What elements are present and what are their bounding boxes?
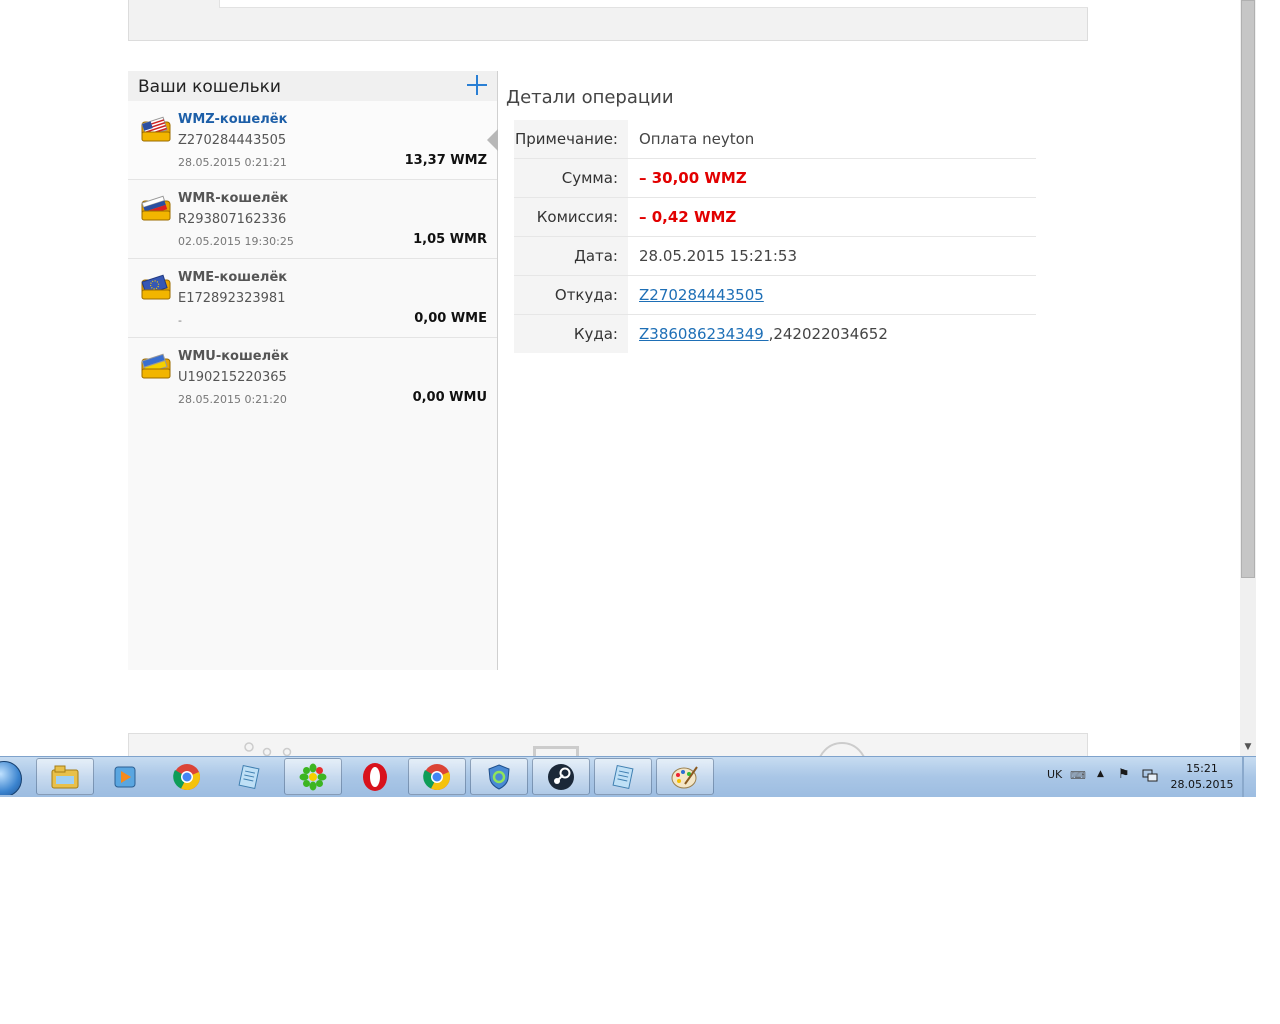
language-indicator[interactable]: UK [1047,768,1062,781]
detail-row-to: Куда: Z386086234349 ,242022034652 [514,315,1036,353]
wallet-wme-icon [141,274,171,300]
wallet-date: 28.05.2015 0:21:20 [178,393,287,406]
wallet-balance: 13,37 WMZ [404,153,487,168]
monitor-icon [533,746,579,756]
detail-to-value: Z386086234349 ,242022034652 [639,315,888,353]
scrollbar-thumb[interactable] [1241,0,1255,578]
taskbar-notepad-2[interactable] [594,758,652,795]
wallet-wmz-icon [141,116,171,142]
notepad-icon [612,764,634,789]
wallet-item-wmz[interactable]: WMZ-кошелёк Z270284443505 28.05.2015 0:2… [128,101,498,180]
explorer-icon [51,765,79,788]
detail-label: Примечание: [514,120,628,158]
opera-icon [363,762,387,791]
paint-icon [671,765,698,788]
notepad-icon [238,764,260,789]
top-panel-content [219,0,1088,8]
wallet-name: WMU-кошелёк [178,349,289,364]
taskbar-icq[interactable] [284,758,342,795]
detail-row-note: Примечание: Оплата neyton [514,120,1036,159]
chrome-icon [423,763,450,790]
detail-row-fee: Комиссия: – 0,42 WMZ [514,198,1036,237]
to-wmid-text: ,242022034652 [768,325,888,343]
wallet-item-wmu[interactable]: WMU-кошелёк U190215220365 28.05.2015 0:2… [128,338,497,416]
detail-label: Куда: [514,315,628,353]
keyboard-icon[interactable]: ⌨ [1070,769,1086,782]
from-wallet-link[interactable]: Z270284443505 [639,286,764,304]
details-title: Детали операции [506,87,674,108]
wallet-date: 02.05.2015 19:30:25 [178,235,294,248]
show-hidden-icons-icon[interactable]: ▲ [1097,769,1104,779]
detail-note-value: Оплата neyton [639,130,755,148]
taskbar-chrome-2[interactable] [408,758,466,795]
detail-row-date: Дата: 28.05.2015 15:21:53 [514,237,1036,276]
wallet-name: WMR-кошелёк [178,191,289,206]
wallet-item-wmr[interactable]: WMR-кошелёк R293807162336 02.05.2015 19:… [128,180,497,259]
wallet-item-wme[interactable]: WME-кошелёк E172892323981 - 0,00 WME [128,259,497,338]
operation-details: Примечание: Оплата neyton Сумма: – 30,00… [514,120,1036,353]
wallet-number: R293807162336 [178,212,287,227]
detail-date-value: 28.05.2015 15:21:53 [639,247,798,265]
clock-time: 15:21 [1186,762,1218,775]
clock-date: 28.05.2015 [1170,778,1234,791]
circle-icon [817,742,867,756]
wallet-balance: 0,00 WME [414,311,487,326]
shield-icon [488,763,510,790]
taskbar-steam[interactable] [532,758,590,795]
taskbar-media-player[interactable] [96,758,154,795]
detail-label: Комиссия: [514,198,628,236]
chrome-icon [173,763,200,790]
wallet-name: WME-кошелёк [178,270,288,285]
taskbar-opera[interactable] [346,758,404,795]
detail-fee-value: – 0,42 WMZ [639,208,737,226]
detail-label: Сумма: [514,159,628,197]
detail-label: Дата: [514,237,628,275]
icq-icon [299,763,327,790]
taskbar-shield[interactable] [470,758,528,795]
wallet-number: Z270284443505 [178,133,287,148]
wallets-sidebar: Ваши кошельки WMZ-кошелёк Z270284443505 … [128,71,498,670]
system-clock[interactable]: 15:21 28.05.2015 [1168,761,1236,793]
footer-panel [128,733,1088,756]
taskbar-notepad-1[interactable] [220,758,278,795]
page-scrollbar[interactable]: ▼ [1240,0,1256,756]
detail-label: Откуда: [514,276,628,314]
taskbar-explorer[interactable] [36,758,94,795]
active-pointer [487,129,498,151]
detail-amount-value: – 30,00 WMZ [639,169,747,187]
wallet-number: U190215220365 [178,370,287,385]
wallet-wmu-icon [141,353,171,379]
sidebar-title: Ваши кошельки [138,77,281,97]
top-panel [128,0,1088,41]
show-desktop-button[interactable] [1242,757,1244,797]
steam-icon [548,763,574,790]
wallet-number: E172892323981 [178,291,286,306]
wallet-date: - [178,314,182,327]
to-wallet-link[interactable]: Z386086234349 [639,325,769,343]
detail-row-from: Откуда: Z270284443505 [514,276,1036,315]
add-wallet-icon[interactable] [467,75,487,95]
wallet-balance: 0,00 WMU [412,390,487,405]
wallet-balance: 1,05 WMR [413,232,487,247]
taskbar-paint[interactable] [656,758,714,795]
start-button[interactable] [0,759,24,795]
wallet-wmr-icon [141,195,171,221]
wallet-name: WMZ-кошелёк [178,112,288,127]
detail-from-value: Z270284443505 [639,276,764,314]
action-center-flag-icon[interactable]: ⚑ [1118,767,1130,782]
scroll-down-arrow-icon[interactable]: ▼ [1240,740,1256,754]
network-icon[interactable] [1142,769,1158,783]
media-player-icon [114,766,136,787]
sidebar-header: Ваши кошельки [128,71,497,101]
wallet-date: 28.05.2015 0:21:21 [178,156,287,169]
windows-taskbar: UK ⌨ ▲ ⚑ 15:21 28.05.2015 [0,756,1256,797]
users-icon [244,742,292,756]
taskbar-chrome-1[interactable] [158,758,216,795]
detail-row-amount: Сумма: – 30,00 WMZ [514,159,1036,198]
windows-logo-icon [0,761,22,795]
